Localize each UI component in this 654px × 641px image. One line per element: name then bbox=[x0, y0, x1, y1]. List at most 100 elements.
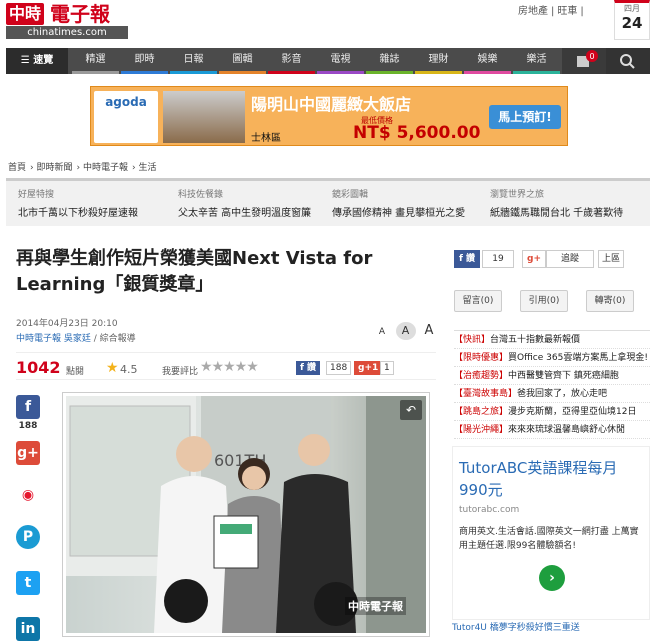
hotel-name: 陽明山中國麗緻大飯店 bbox=[251, 95, 412, 114]
nav-item[interactable]: 即時 bbox=[121, 48, 168, 74]
rotate-icon[interactable]: ↶ bbox=[400, 400, 422, 420]
logo-en: chinatimes.com bbox=[6, 26, 128, 39]
font-small-button[interactable]: A bbox=[372, 327, 392, 337]
featured-item[interactable]: 鏡彩圖輯 傳承國修精神 畫見攀桓光之愛 bbox=[332, 187, 492, 219]
rate-label: 我要評比 bbox=[162, 367, 199, 377]
quick-text: 中西醫雙管齊下 鎮死癌細胞 bbox=[508, 371, 619, 381]
tab-forward[interactable]: 轉寄(0) bbox=[586, 290, 634, 312]
twitter-share-icon[interactable]: t bbox=[16, 571, 40, 595]
bag-button[interactable]: 0 bbox=[562, 48, 606, 74]
weibo-share-icon[interactable]: ◉ bbox=[16, 483, 40, 507]
featured-item[interactable]: 瀏覽世界之旅 紙牆鐵馬職閒台北 千歲著歎待 bbox=[490, 187, 650, 219]
quick-link-item[interactable]: 【跳島之旅】漫步克斯蘭，亞得里亞仙境12日 bbox=[454, 403, 650, 421]
article-datetime: 2014年04月23日 20:10 bbox=[16, 319, 118, 329]
rating-stars[interactable]: ★★★★★ bbox=[200, 359, 259, 375]
gplus-button[interactable]: g+1 bbox=[354, 361, 383, 375]
article-stats: 1042 點閱 ★ 4.5 我要評比 ★★★★★ f 讚 188 g+1 1 bbox=[16, 352, 436, 380]
quick-text: 漫步克斯蘭，亞得里亞仙境12日 bbox=[508, 407, 637, 417]
breadcrumb-news[interactable]: 即時新聞 bbox=[36, 163, 72, 173]
quick-tag: 【治癒趨勢】 bbox=[454, 371, 509, 381]
quick-text: 買Office 365雲端方案馬上拿現金! bbox=[508, 353, 648, 363]
plurk-share-icon[interactable]: P bbox=[16, 525, 40, 549]
sidebar-fb-count: 19 bbox=[482, 250, 514, 268]
sidebar-gplus-icon[interactable]: g+ bbox=[522, 250, 546, 268]
quick-view-button[interactable]: ☰ 速覽 bbox=[6, 48, 68, 74]
quick-link-item[interactable]: 【快訊】台灣五十指數最新報價 bbox=[454, 331, 650, 349]
top-link-car[interactable]: 旺車 bbox=[557, 6, 577, 17]
font-medium-button[interactable]: A bbox=[395, 322, 416, 340]
nav-item[interactable]: 理財 bbox=[415, 48, 462, 74]
linkedin-share-icon[interactable]: in bbox=[16, 617, 40, 641]
bag-icon: 0 bbox=[577, 50, 598, 67]
search-button[interactable] bbox=[606, 48, 650, 74]
featured-item[interactable]: 好屋特搜 北市千萬以下秒殺好屋速報 bbox=[18, 187, 178, 219]
hotel-price: NT$ 5,600.00 bbox=[353, 123, 481, 143]
featured-body: 紙牆鐵馬職閒台北 千歲著歎待 bbox=[490, 208, 624, 219]
sidebar-top[interactable]: 上區 bbox=[598, 250, 624, 268]
breadcrumb-home[interactable]: 首頁 bbox=[8, 163, 26, 173]
nav-item[interactable]: 日報 bbox=[170, 48, 217, 74]
search-icon bbox=[620, 54, 635, 69]
nav-item[interactable]: 電視 bbox=[317, 48, 364, 74]
hotel-photo bbox=[163, 91, 245, 143]
site-logo[interactable]: 中時 電子報 chinatimes.com bbox=[6, 3, 130, 39]
nav-item[interactable]: 雜誌 bbox=[366, 48, 413, 74]
featured-strip: 好屋特搜 北市千萬以下秒殺好屋速報 科技佐餐錄父太辛苦 高中生發明溫度窗簾 鏡彩圖… bbox=[6, 178, 650, 226]
article-photo: 601TH ↶ 中時電子報 bbox=[62, 392, 430, 637]
breadcrumb-source[interactable]: 中時電子報 bbox=[83, 163, 128, 173]
quick-link-item[interactable]: 【限時優惠】買Office 365雲端方案馬上拿現金! bbox=[454, 349, 650, 367]
quick-link-item[interactable]: 【臺灣故事島】爸我回家了，放心走吧 bbox=[454, 385, 650, 403]
quick-links: 【快訊】台灣五十指數最新報價 【限時優惠】買Office 365雲端方案馬上拿現… bbox=[454, 330, 650, 439]
photo-image: 601TH ↶ 中時電子報 bbox=[66, 396, 426, 633]
main-nav: ☰ 速覽 精選 即時 日報 圖輯 影音 電視 雜誌 理財 娛樂 樂活 0 bbox=[6, 48, 650, 74]
logo-zh: 中時 bbox=[6, 3, 45, 25]
tab-quotes[interactable]: 引用(0) bbox=[520, 290, 568, 312]
featured-item[interactable]: 科技佐餐錄父太辛苦 高中生發明溫度窗簾 bbox=[178, 187, 338, 219]
quick-view-label: 速覽 bbox=[33, 55, 54, 66]
breadcrumb: 首頁 › 即時新聞 › 中時電子報 › 生活 bbox=[8, 163, 157, 173]
fb-like-button[interactable]: f 讚 bbox=[296, 361, 321, 375]
source-suffix: / 綜合報導 bbox=[93, 334, 136, 344]
bag-count: 0 bbox=[589, 52, 594, 61]
tab-comments[interactable]: 留言(0) bbox=[454, 290, 502, 312]
quick-link-item[interactable]: 【陽光沖繩】來來來琉球溫馨島嶼舒心休閒 bbox=[454, 421, 650, 439]
nav-item[interactable]: 娛樂 bbox=[464, 48, 511, 74]
author-link[interactable]: 吳家廷 bbox=[64, 334, 91, 344]
top-link-realestate[interactable]: 房地產 bbox=[518, 6, 548, 17]
featured-body: 父太辛苦 高中生發明溫度窗簾 bbox=[178, 208, 312, 219]
photo-watermark: 中時電子報 bbox=[345, 597, 406, 615]
featured-body: 北市千萬以下秒殺好屋速報 bbox=[18, 208, 138, 219]
quick-tag: 【快訊】 bbox=[454, 335, 491, 345]
nav-item[interactable]: 圖輯 bbox=[219, 48, 266, 74]
featured-body: 傳承國修精神 畫見攀桓光之愛 bbox=[332, 208, 466, 219]
quick-tag: 【限時優惠】 bbox=[454, 353, 509, 363]
star-icon: ★ bbox=[106, 360, 119, 376]
date-badge: 四月 24 bbox=[614, 0, 650, 40]
ad2-url: tutorabc.com bbox=[459, 505, 520, 515]
font-large-button[interactable]: A bbox=[419, 323, 439, 338]
nav-item[interactable]: 影音 bbox=[268, 48, 315, 74]
nav-item[interactable]: 樂活 bbox=[513, 48, 560, 74]
nav-item[interactable]: 精選 bbox=[72, 48, 119, 74]
source-link[interactable]: 中時電子報 bbox=[16, 334, 61, 344]
sidebar-follow[interactable]: 追蹤 bbox=[546, 250, 594, 268]
book-now-button[interactable]: 馬上預訂! bbox=[489, 105, 561, 129]
gplus-share-icon[interactable]: g+ bbox=[16, 441, 40, 465]
fb-share-count: 188 bbox=[18, 421, 38, 431]
sidebar-fb-like[interactable]: f 讚 bbox=[454, 250, 480, 268]
quick-text: 來來來琉球溫馨島嶼舒心休閒 bbox=[508, 425, 626, 435]
ad2-footer[interactable]: Tutor4U 橋夢字秒殺好慣三重送 bbox=[452, 620, 580, 633]
date-day: 24 bbox=[621, 14, 643, 32]
featured-head: 科技佐餐錄 bbox=[178, 190, 224, 200]
chevron-right-icon[interactable]: › bbox=[539, 565, 565, 591]
font-size-controls: A A A bbox=[372, 322, 439, 340]
quick-text: 爸我回家了，放心走吧 bbox=[517, 389, 608, 399]
breadcrumb-life[interactable]: 生活 bbox=[138, 163, 156, 173]
tutorabc-ad[interactable]: TutorABC英語課程每月990元 tutorabc.com 商用英文.生活會… bbox=[452, 446, 650, 620]
hotel-ad-banner[interactable]: agoda 陽明山中國麗緻大飯店 士林區 最低價格 NT$ 5,600.00 馬… bbox=[90, 86, 568, 146]
quick-tag: 【跳島之旅】 bbox=[454, 407, 509, 417]
quick-text: 台灣五十指數最新報價 bbox=[490, 335, 581, 345]
quick-link-item[interactable]: 【治癒趨勢】中西醫雙管齊下 鎮死癌細胞 bbox=[454, 367, 650, 385]
facebook-share-icon[interactable]: f bbox=[16, 395, 40, 419]
article-title: 再與學生創作短片榮獲美國Next Vista for Learning「銀質獎章… bbox=[16, 248, 373, 295]
